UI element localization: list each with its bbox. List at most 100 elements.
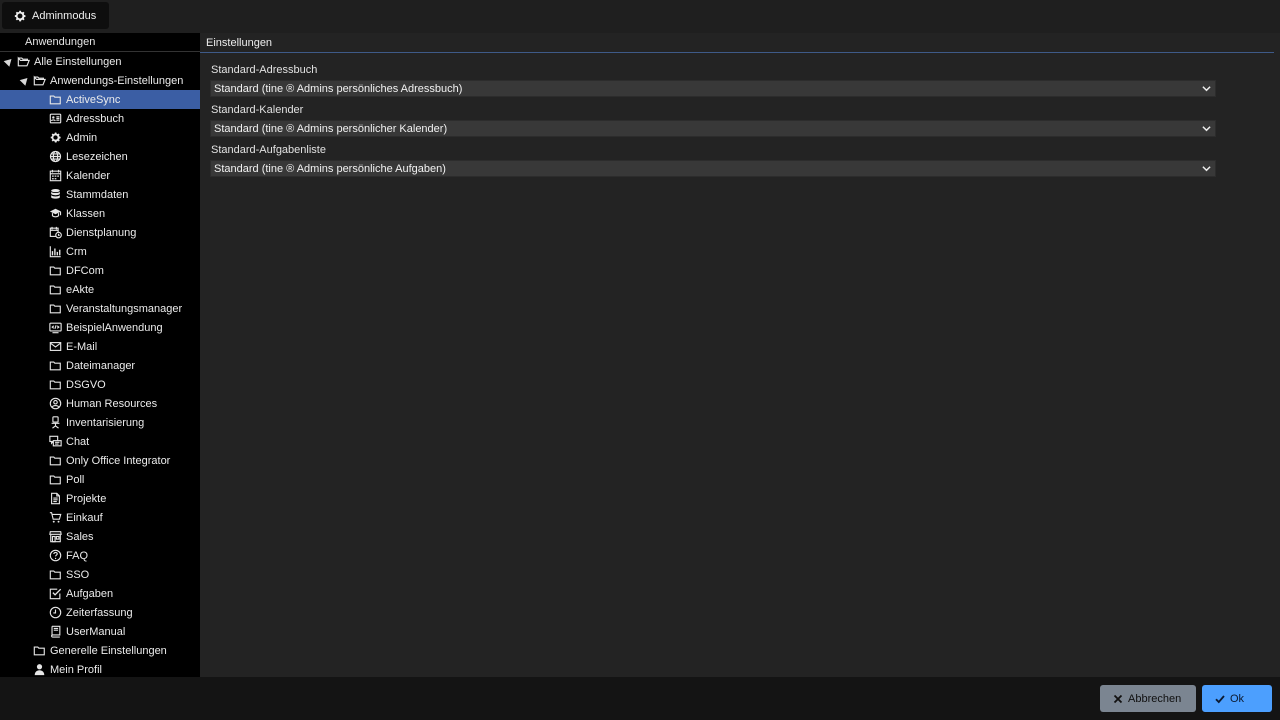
folder-icon xyxy=(48,567,62,581)
sidebar-item-label: DFCom xyxy=(66,264,104,277)
sidebar-item-label: Zeiterfassung xyxy=(66,606,133,619)
sidebar: Anwendungen Alle Einstellungen Anwendungs… xyxy=(0,33,200,677)
sidebar-item-label: ActiveSync xyxy=(66,93,121,106)
sidebar-item-klassen[interactable]: Klassen xyxy=(0,204,200,223)
addressbook-select[interactable]: Standard (tine ® Admins persönliches Adr… xyxy=(210,80,1216,97)
sidebar-item-projekte[interactable]: Projekte xyxy=(0,489,200,508)
ok-button[interactable]: Ok xyxy=(1202,685,1272,712)
sidebar-item-label: Stammdaten xyxy=(66,188,129,201)
sidebar-item-label: Admin xyxy=(66,131,98,144)
admin-mode-button[interactable]: Adminmodus xyxy=(2,2,109,29)
folder-open-icon xyxy=(16,54,30,68)
field-label-tasklist: Standard-Aufgabenliste xyxy=(211,144,326,156)
address-card-icon xyxy=(48,111,62,125)
sidebar-item-poll[interactable]: Poll xyxy=(0,470,200,489)
footer-bar: Abbrechen Ok xyxy=(0,677,1280,720)
calendar-select-value: Standard (tine ® Admins persönlicher Kal… xyxy=(214,122,448,135)
sidebar-item-label: FAQ xyxy=(66,549,89,562)
calendar-select[interactable]: Standard (tine ® Admins persönlicher Kal… xyxy=(210,120,1216,137)
sidebar-item-inventarisierung[interactable]: Inventarisierung xyxy=(0,413,200,432)
sidebar-item-anwendungs-einstellungen[interactable]: Anwendungs-Einstellungen xyxy=(0,71,200,90)
sidebar-item-veranstaltungsmanager[interactable]: Veranstaltungsmanager xyxy=(0,299,200,318)
sidebar-item-label: Alle Einstellungen xyxy=(34,55,122,68)
sidebar-header: Anwendungen xyxy=(0,33,200,52)
sidebar-item-e-mail[interactable]: E-Mail xyxy=(0,337,200,356)
sidebar-item-label: Lesezeichen xyxy=(66,150,128,163)
sidebar-item-label: Aufgaben xyxy=(66,587,114,600)
sidebar-item-admin[interactable]: Admin xyxy=(0,128,200,147)
sidebar-item-eakte[interactable]: eAkte xyxy=(0,280,200,299)
sidebar-item-label: Veranstaltungsmanager xyxy=(66,302,183,315)
header-divider xyxy=(200,52,1274,53)
sidebar-item-beispielanwendung[interactable]: BeispielAnwendung xyxy=(0,318,200,337)
chat-icon xyxy=(48,434,62,448)
sidebar-item-einkauf[interactable]: Einkauf xyxy=(0,508,200,527)
calendar-icon xyxy=(48,168,62,182)
field-label-calendar: Standard-Kalender xyxy=(211,104,304,116)
check-icon xyxy=(1215,694,1225,703)
folder-icon xyxy=(48,282,62,296)
user-circle-icon xyxy=(48,396,62,410)
chart-icon xyxy=(48,244,62,258)
sidebar-item-mein-profil[interactable]: Mein Profil xyxy=(0,660,200,677)
sidebar-item-label: Dateimanager xyxy=(66,359,136,372)
sidebar-item-label: Projekte xyxy=(66,492,107,505)
sidebar-item-sales[interactable]: Sales xyxy=(0,527,200,546)
settings-tree: Alle Einstellungen Anwendungs-Einstellung… xyxy=(0,52,200,677)
graduation-cap-icon xyxy=(48,206,62,220)
addressbook-select-value: Standard (tine ® Admins persönliches Adr… xyxy=(214,82,463,95)
sidebar-item-adressbuch[interactable]: Adressbuch xyxy=(0,109,200,128)
sidebar-item-label: Inventarisierung xyxy=(66,416,145,429)
sidebar-item-zeiterfassung[interactable]: Zeiterfassung xyxy=(0,603,200,622)
cancel-button[interactable]: Abbrechen xyxy=(1100,685,1196,712)
sidebar-item-generelle-einstellungen[interactable]: Generelle Einstellungen xyxy=(0,641,200,660)
sidebar-item-human-resources[interactable]: Human Resources xyxy=(0,394,200,413)
sidebar-item-label: Einkauf xyxy=(66,511,103,524)
tasklist-select-value: Standard (tine ® Admins persönliche Aufg… xyxy=(214,162,446,175)
sidebar-item-dienstplanung[interactable]: Dienstplanung xyxy=(0,223,200,242)
ok-label: Ok xyxy=(1230,692,1245,705)
cart-icon xyxy=(48,510,62,524)
user-icon xyxy=(32,662,46,676)
sidebar-item-label: eAkte xyxy=(66,283,95,296)
office-chair-icon xyxy=(48,415,62,429)
sidebar-item-crm[interactable]: Crm xyxy=(0,242,200,261)
top-bar: Adminmodus xyxy=(0,0,1280,33)
sidebar-item-alle-einstellungen[interactable]: Alle Einstellungen xyxy=(0,52,200,71)
sidebar-item-faq[interactable]: FAQ xyxy=(0,546,200,565)
sidebar-item-chat[interactable]: Chat xyxy=(0,432,200,451)
sidebar-item-only-office-integrator[interactable]: Only Office Integrator xyxy=(0,451,200,470)
chevron-down-icon xyxy=(1202,126,1211,132)
folder-icon xyxy=(48,92,62,106)
admin-mode-label: Adminmodus xyxy=(32,9,97,22)
main-panel: Einstellungen Standard-Adressbuch Standa… xyxy=(200,33,1280,677)
sidebar-item-stammdaten[interactable]: Stammdaten xyxy=(0,185,200,204)
sidebar-item-usermanual[interactable]: UserManual xyxy=(0,622,200,641)
gear-icon xyxy=(14,10,26,21)
sidebar-item-dsgvo[interactable]: DSGVO xyxy=(0,375,200,394)
database-icon xyxy=(48,187,62,201)
tree-expander-icon[interactable] xyxy=(19,75,31,86)
sidebar-item-aufgaben[interactable]: Aufgaben xyxy=(0,584,200,603)
tree-expander-icon[interactable] xyxy=(3,56,15,67)
sidebar-item-label: Mein Profil xyxy=(50,663,102,676)
sidebar-item-dfcom[interactable]: DFCom xyxy=(0,261,200,280)
sidebar-item-label: Adressbuch xyxy=(66,112,125,125)
folder-icon xyxy=(48,301,62,315)
sidebar-item-activesync[interactable]: ActiveSync xyxy=(0,90,200,109)
folder-icon xyxy=(48,263,62,277)
tasklist-select[interactable]: Standard (tine ® Admins persönliche Aufg… xyxy=(210,160,1216,177)
envelope-icon xyxy=(48,339,62,353)
sidebar-item-label: Kalender xyxy=(66,169,111,182)
calendar-clock-icon xyxy=(48,225,62,239)
folder-open-icon xyxy=(32,73,46,87)
sidebar-item-lesezeichen[interactable]: Lesezeichen xyxy=(0,147,200,166)
sidebar-item-sso[interactable]: SSO xyxy=(0,565,200,584)
sidebar-item-label: Generelle Einstellungen xyxy=(50,644,167,657)
sidebar-item-dateimanager[interactable]: Dateimanager xyxy=(0,356,200,375)
sidebar-item-label: Only Office Integrator xyxy=(66,454,171,467)
sidebar-item-kalender[interactable]: Kalender xyxy=(0,166,200,185)
code-window-icon xyxy=(48,320,62,334)
folder-icon xyxy=(48,377,62,391)
main-title: Einstellungen xyxy=(206,36,273,49)
